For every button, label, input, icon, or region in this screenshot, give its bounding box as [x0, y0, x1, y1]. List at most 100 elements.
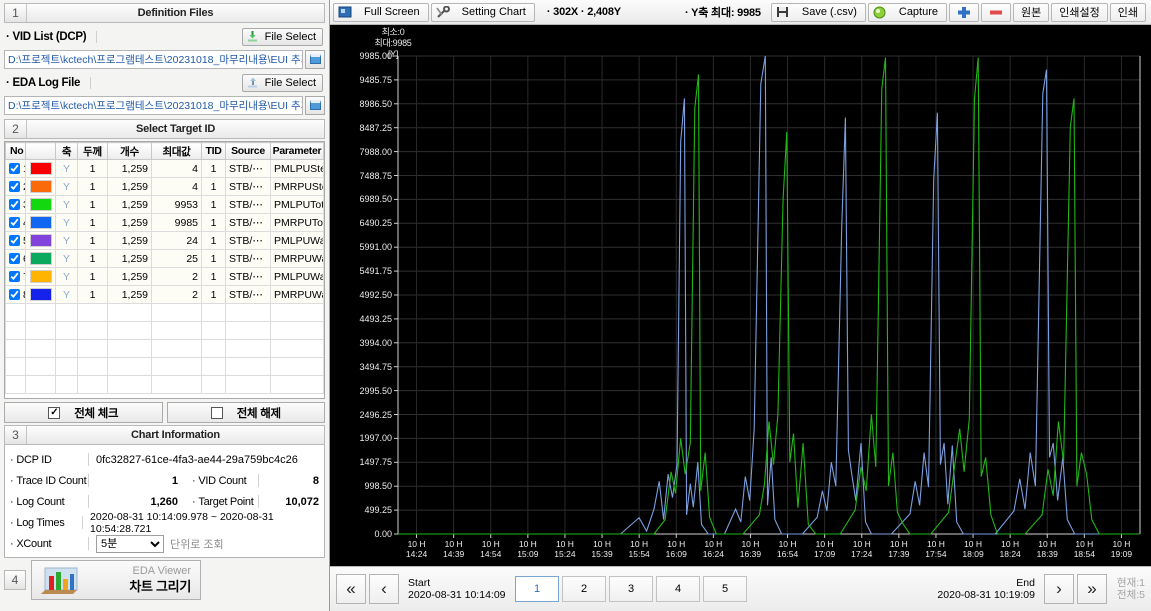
table-row[interactable]: 1Y11,25941STB/⋯PMLPUStepNumber: [5, 159, 324, 178]
row-check-no[interactable]: 5: [5, 231, 26, 250]
setting-chart-button[interactable]: Setting Chart: [430, 2, 535, 22]
zoom-out-button[interactable]: [981, 2, 1012, 22]
original-label: 원본: [1021, 7, 1042, 19]
check-all-button[interactable]: ✓ 전체 체크: [4, 402, 163, 423]
print-setting-button[interactable]: 인쇄설정: [1051, 2, 1108, 22]
draw-chart-button[interactable]: EDA Viewer 차트 그리기: [31, 560, 201, 600]
row-checkbox[interactable]: [9, 235, 20, 246]
row-checkbox[interactable]: [9, 289, 20, 300]
eda-browse-button[interactable]: [305, 95, 325, 115]
table-row[interactable]: 5Y11,259241STB/⋯PMLPUWaferSlotNo: [5, 231, 324, 250]
table-header-Parameter: Parameter: [270, 142, 324, 160]
eda-path-input[interactable]: D:\프로젝트\kctech\프로그램테스트\20231018_마무리내용\EU…: [4, 95, 303, 115]
print-button[interactable]: 인쇄: [1109, 2, 1146, 22]
x-tick-hour: 10 H: [1112, 539, 1131, 549]
row-color[interactable]: [25, 177, 56, 196]
table-row[interactable]: 8Y11,25921STB/⋯PMRPUWaferPortNo: [5, 285, 324, 304]
full-screen-label: Full Screen: [364, 6, 420, 18]
trace-id-count-label: Trace ID Count: [10, 475, 88, 487]
row-checkbox[interactable]: [9, 217, 20, 228]
row-parameter: PMRPUStepNumber: [270, 177, 324, 196]
row-color[interactable]: [25, 267, 56, 286]
page-button-2[interactable]: 2: [562, 576, 606, 602]
row-check-no[interactable]: 2: [5, 177, 26, 196]
left-icon: ‹: [381, 579, 387, 598]
full-screen-button[interactable]: Full Screen: [333, 2, 429, 22]
row-checkbox[interactable]: [9, 199, 20, 210]
next-page-button[interactable]: ›: [1043, 574, 1074, 604]
page-button-5[interactable]: 5: [703, 576, 747, 602]
row-check-no[interactable]: 1: [5, 159, 26, 178]
prev-page-button[interactable]: ‹: [369, 574, 399, 604]
check-buttons: ✓ 전체 체크 전체 해제: [4, 402, 325, 423]
uncheck-all-button[interactable]: 전체 해제: [166, 402, 325, 423]
pager-current: 현재:1: [1116, 577, 1145, 589]
row-count: 1,259: [107, 195, 152, 214]
chart-plot-area[interactable]: 최소:0 최대:9985 [Y] 9985.00 9485.75 8986.50 84…: [330, 25, 1151, 566]
table-row[interactable]: 2Y11,25941STB/⋯PMRPUStepNumber: [5, 177, 324, 196]
row-check-no[interactable]: 3: [5, 195, 26, 214]
row-color[interactable]: [25, 195, 56, 214]
table-row[interactable]: 7Y11,25921STB/⋯PMLPUWaferPortNo: [5, 267, 324, 286]
row-color[interactable]: [25, 285, 56, 304]
row-checkbox[interactable]: [9, 163, 20, 174]
x-tick-time: 17:24: [851, 549, 873, 559]
vid-file-select-label: File Select: [264, 31, 316, 43]
first-page-button[interactable]: «: [336, 574, 366, 604]
last-page-button[interactable]: »: [1076, 574, 1107, 604]
table-row[interactable]: 3Y11,25999531STB/⋯PMLPUTotalActTime: [5, 195, 324, 214]
row-check-no[interactable]: 6: [5, 249, 26, 268]
row-axis: Y: [55, 267, 78, 286]
vid-path-input[interactable]: D:\프로젝트\kctech\프로그램테스트\20231018_마무리내용\EU…: [4, 49, 303, 69]
page-button-3[interactable]: 3: [609, 576, 653, 602]
x-tick-time: 17:54: [925, 549, 947, 559]
vid-file-select-button[interactable]: File Select: [241, 28, 323, 46]
capture-button[interactable]: Capture: [867, 2, 948, 22]
row-max: 4: [151, 177, 202, 196]
row-check-no[interactable]: 4: [5, 213, 26, 232]
table-row[interactable]: 4Y11,25999851STB/⋯PMRPUTotalActTime: [5, 213, 324, 232]
save-csv-button[interactable]: Save (.csv): [770, 2, 866, 22]
eda-file-select-button[interactable]: File Select: [241, 74, 323, 92]
row-parameter: PMLPUStepNumber: [270, 159, 324, 178]
row-color[interactable]: [25, 249, 56, 268]
target-id-table-container[interactable]: No축두께개수최대값TIDSourceParameter 1Y11,25941S…: [4, 141, 325, 399]
row-max: 24: [151, 231, 202, 250]
section-header-chart-information: 3 Chart Information: [4, 425, 325, 445]
zoom-in-button[interactable]: [949, 2, 980, 22]
xcount-select[interactable]: 1분5분10분30분: [96, 534, 164, 553]
row-check-no[interactable]: 8: [5, 285, 26, 304]
row-color[interactable]: [25, 213, 56, 232]
row-color[interactable]: [25, 231, 56, 250]
row-thickness: 1: [77, 231, 108, 250]
color-swatch: [29, 216, 52, 229]
start-value: 2020-08-31 10:14:09: [408, 589, 506, 601]
x-tick-label: 10 H 17:39: [888, 539, 909, 559]
x-tick-label: 10 H 16:09: [666, 539, 687, 559]
table-row-empty: [5, 339, 324, 358]
page-button-4[interactable]: 4: [656, 576, 700, 602]
divider: [88, 453, 89, 466]
row-thickness: 1: [77, 159, 108, 178]
row-tid: 1: [201, 267, 226, 286]
divider: [88, 495, 89, 508]
original-button[interactable]: 원본: [1013, 2, 1050, 22]
vid-browse-button[interactable]: [305, 49, 325, 69]
x-tick-hour: 10 H: [407, 539, 426, 549]
x-tick-label: 10 H 15:09: [517, 539, 538, 559]
page-button-1[interactable]: 1: [515, 576, 559, 602]
table-row[interactable]: 6Y11,259251STB/⋯PMRPUWaferSlotNo: [5, 249, 324, 268]
divider: [88, 474, 89, 487]
divider: [90, 77, 242, 89]
row-checkbox[interactable]: [9, 181, 20, 192]
row-checkbox[interactable]: [9, 271, 20, 282]
log-times-label: Log Times: [10, 517, 82, 529]
row-color[interactable]: [25, 159, 56, 178]
chart-pager: « ‹ Start 2020-08-31 10:14:09 12345 End …: [330, 566, 1151, 611]
row-check-no[interactable]: 7: [5, 267, 26, 286]
x-tick-time: 16:09: [665, 549, 687, 559]
row-checkbox[interactable]: [9, 253, 20, 264]
x-tick-hour: 10 H: [704, 539, 723, 549]
trace-id-count-value: 1: [171, 474, 178, 487]
row-count: 1,259: [107, 267, 152, 286]
